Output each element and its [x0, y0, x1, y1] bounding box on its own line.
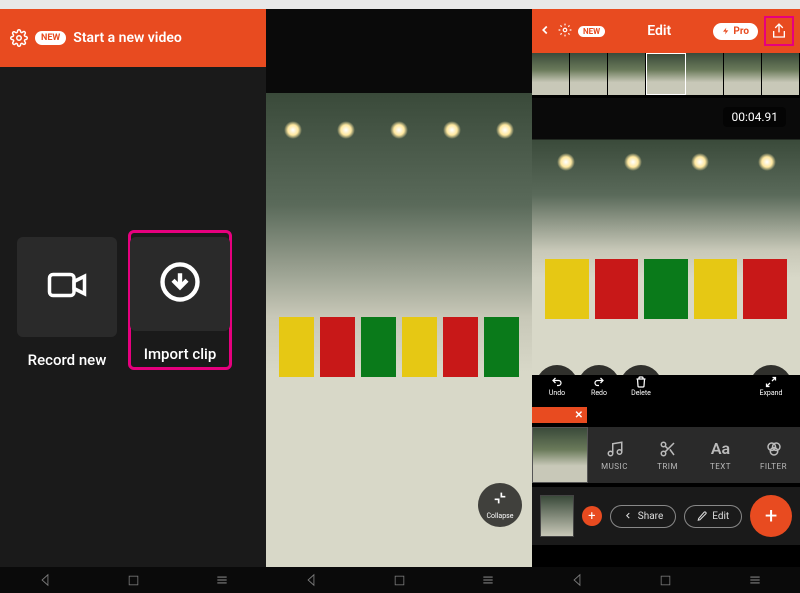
home-nav-icon[interactable]: [393, 574, 406, 587]
tools-row: MUSIC TRIM Aa TEXT FILTER: [532, 427, 800, 483]
new-badge: NEW: [35, 31, 66, 45]
expand-icon: [764, 376, 778, 388]
editor-header: NEW Edit Pro: [532, 9, 800, 53]
thumbnail[interactable]: [686, 53, 724, 95]
editor-screen: NEW Edit Pro: [532, 9, 800, 569]
timeline-segment[interactable]: ✕: [532, 407, 587, 423]
project-thumbnail[interactable]: [540, 495, 574, 537]
bottom-actions: + Share Edit +: [532, 487, 800, 545]
back-nav-icon[interactable]: [38, 573, 52, 587]
filter-icon: [765, 440, 783, 458]
android-navbar: [0, 567, 266, 593]
pencil-icon: [697, 511, 707, 521]
thumbnail[interactable]: [724, 53, 762, 95]
home-nav-icon[interactable]: [659, 574, 672, 587]
music-tool[interactable]: MUSIC: [588, 440, 641, 471]
editor-preview[interactable]: 00:04.91: [532, 95, 800, 375]
back-nav-icon[interactable]: [570, 573, 584, 587]
trim-tool[interactable]: TRIM: [641, 440, 694, 471]
collapse-button[interactable]: Collapse: [478, 483, 522, 527]
add-fab[interactable]: +: [750, 495, 792, 537]
home-nav-icon[interactable]: [127, 574, 140, 587]
text-tool[interactable]: Aa TEXT: [694, 439, 747, 471]
recent-nav-icon[interactable]: [748, 573, 762, 587]
add-clip-button[interactable]: +: [582, 506, 602, 526]
collapse-icon: [492, 490, 508, 510]
thumbnail-strip[interactable]: [532, 53, 800, 95]
thumbnail[interactable]: [570, 53, 608, 95]
thumbnail[interactable]: [532, 53, 570, 95]
export-button[interactable]: [764, 16, 794, 46]
expand-button[interactable]: Expand: [750, 365, 792, 407]
close-icon[interactable]: ✕: [575, 410, 583, 421]
share-icon: [623, 511, 633, 521]
editor-title: Edit: [611, 23, 707, 39]
record-new-label: Record new: [28, 351, 107, 369]
start-screen: NEW Start a new video Record new: [0, 9, 266, 569]
thumbnail[interactable]: [608, 53, 646, 95]
delete-button[interactable]: Delete: [620, 365, 662, 407]
undo-icon: [550, 376, 564, 388]
filter-tool[interactable]: FILTER: [747, 440, 800, 471]
page-title: Start a new video: [73, 30, 182, 46]
music-icon: [606, 440, 624, 458]
recent-nav-icon[interactable]: [481, 573, 495, 587]
android-navbar: [266, 567, 532, 593]
record-new-button[interactable]: Record new: [15, 237, 119, 377]
collapse-label: Collapse: [486, 512, 513, 520]
undo-button[interactable]: Undo: [536, 365, 578, 407]
edit-button[interactable]: Edit: [684, 505, 742, 528]
text-icon: Aa: [711, 439, 730, 458]
back-nav-icon[interactable]: [304, 573, 318, 587]
panel1-header: NEW Start a new video: [0, 9, 266, 67]
trash-icon: [635, 376, 647, 388]
thumbnail[interactable]: [762, 53, 800, 95]
camera-icon: [46, 264, 88, 310]
redo-button[interactable]: Redo: [578, 365, 620, 407]
new-badge: NEW: [578, 26, 605, 37]
recent-nav-icon[interactable]: [215, 573, 229, 587]
gear-icon[interactable]: [10, 29, 28, 47]
share-button[interactable]: Share: [610, 505, 676, 528]
thumbnail-selected[interactable]: [646, 53, 685, 95]
clip-thumbnail[interactable]: [532, 427, 588, 483]
preview-screen: Collapse: [266, 9, 532, 569]
pro-badge[interactable]: Pro: [713, 23, 758, 40]
back-button[interactable]: [538, 21, 552, 42]
download-circle-icon: [159, 261, 201, 307]
import-clip-label: Import clip: [144, 345, 217, 363]
android-navbar: [532, 567, 800, 593]
gear-icon[interactable]: [558, 22, 572, 41]
redo-icon: [592, 376, 606, 388]
timestamp: 00:04.91: [723, 107, 786, 127]
export-icon: [771, 23, 787, 39]
import-clip-button[interactable]: Import clip: [128, 230, 232, 370]
scissors-icon: [659, 440, 677, 458]
